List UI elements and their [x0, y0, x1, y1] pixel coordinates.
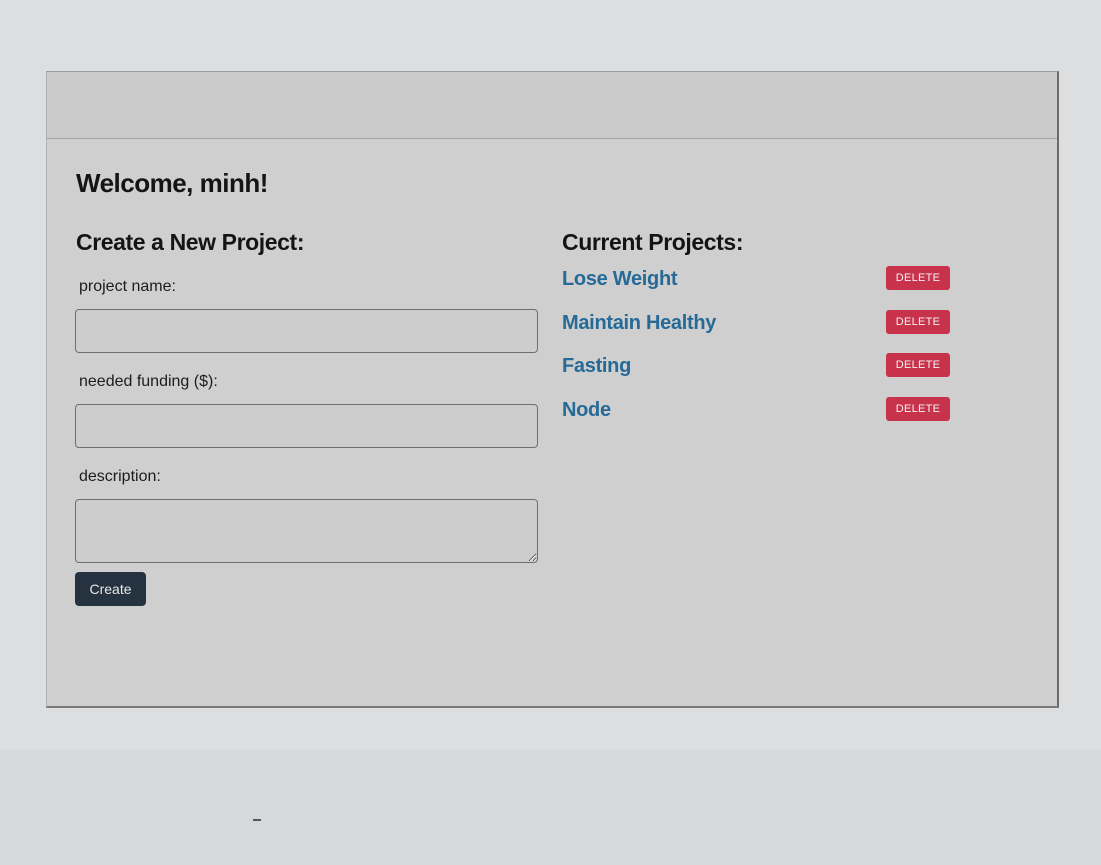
project-link[interactable]: Maintain Healthy: [562, 312, 716, 335]
project-link[interactable]: Fasting: [562, 355, 631, 378]
create-button[interactable]: Create: [75, 572, 146, 606]
project-name-input[interactable]: [75, 309, 538, 353]
project-name-label: project name:: [79, 278, 176, 295]
description-textarea[interactable]: [75, 499, 538, 563]
app-window: Welcome, minh! Create a New Project: pro…: [46, 71, 1059, 708]
desk-background: [0, 750, 1101, 865]
current-projects-title: Current Projects:: [562, 229, 744, 255]
background-mark: [253, 819, 261, 821]
project-link[interactable]: Node: [562, 399, 611, 422]
project-row: Lose Weight DELETE: [562, 266, 952, 296]
project-row: Node DELETE: [562, 397, 952, 427]
project-row: Maintain Healthy DELETE: [562, 310, 952, 340]
project-row: Fasting DELETE: [562, 353, 952, 383]
welcome-heading: Welcome, minh!: [76, 168, 268, 198]
navbar: [47, 72, 1057, 139]
delete-button[interactable]: DELETE: [886, 353, 950, 377]
delete-button[interactable]: DELETE: [886, 397, 950, 421]
delete-button[interactable]: DELETE: [886, 310, 950, 334]
project-link[interactable]: Lose Weight: [562, 268, 678, 291]
needed-funding-label: needed funding ($):: [79, 373, 218, 390]
delete-button[interactable]: DELETE: [886, 266, 950, 290]
needed-funding-input[interactable]: [75, 404, 538, 448]
description-label: description:: [79, 468, 161, 485]
create-project-title: Create a New Project:: [76, 229, 305, 255]
